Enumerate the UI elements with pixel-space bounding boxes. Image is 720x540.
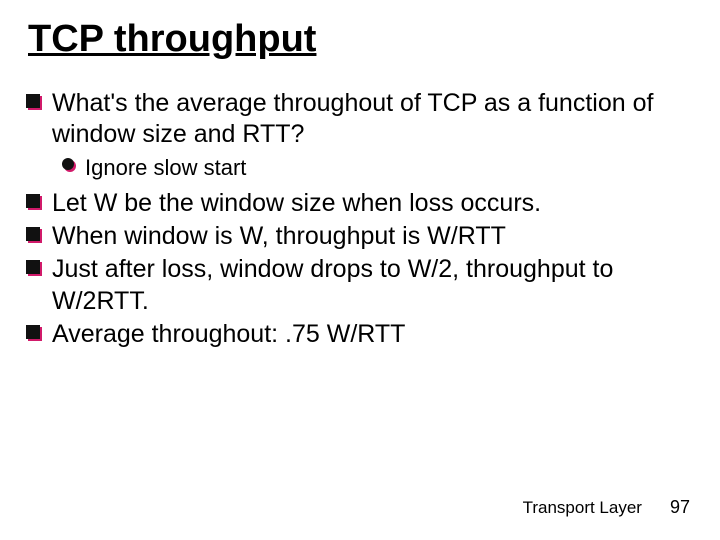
list-item-text: Let W be the window size when loss occur… [52, 188, 692, 219]
list-item-text: What's the average throughout of TCP as … [52, 88, 692, 151]
list-item-text: Just after loss, window drops to W/2, th… [52, 254, 692, 317]
circle-bullet-icon [64, 160, 76, 172]
slide: TCP throughput What's the average throug… [0, 0, 720, 540]
square-bullet-icon [28, 196, 42, 210]
slide-title: TCP throughput [28, 20, 692, 60]
square-bullet-icon [28, 229, 42, 243]
list-item: Just after loss, window drops to W/2, th… [28, 254, 692, 317]
list-item: Let W be the window size when loss occur… [28, 188, 692, 219]
page-number: 97 [670, 497, 690, 518]
bullet-list: What's the average throughout of TCP as … [28, 88, 692, 350]
list-item: Average throughout: .75 W/RTT [28, 319, 692, 350]
list-subitem: Ignore slow start [64, 154, 692, 182]
footer: Transport Layer 97 [523, 497, 690, 518]
list-item: When window is W, throughput is W/RTT [28, 221, 692, 252]
list-item-text: When window is W, throughput is W/RTT [52, 221, 692, 252]
footer-label: Transport Layer [523, 498, 642, 518]
square-bullet-icon [28, 327, 42, 341]
list-item: What's the average throughout of TCP as … [28, 88, 692, 151]
list-subitem-text: Ignore slow start [85, 154, 692, 182]
square-bullet-icon [28, 262, 42, 276]
list-item-text: Average throughout: .75 W/RTT [52, 319, 692, 350]
square-bullet-icon [28, 96, 42, 110]
